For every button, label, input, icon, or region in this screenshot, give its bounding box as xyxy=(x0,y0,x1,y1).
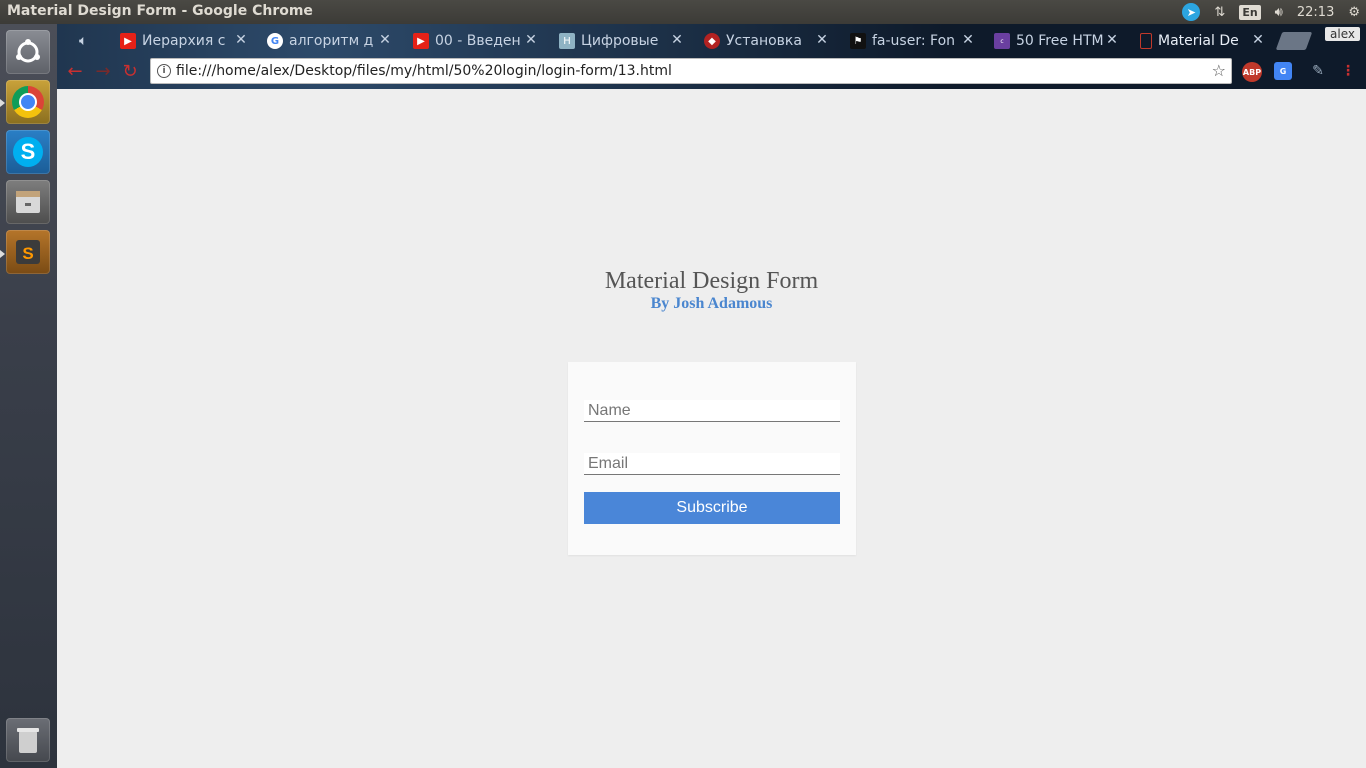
subscribe-form-card: Subscribe xyxy=(568,362,856,555)
page-icon xyxy=(1140,33,1152,49)
form-author: By Josh Adamous xyxy=(650,295,773,312)
hexlet-icon: H xyxy=(559,33,575,49)
close-icon[interactable]: ✕ xyxy=(815,32,829,48)
colorlib-icon: c xyxy=(994,33,1010,49)
tab-8-active[interactable]: Material De ✕ xyxy=(1140,28,1265,54)
tab-7[interactable]: c 50 Free HTM ✕ xyxy=(994,28,1119,54)
files-icon[interactable] xyxy=(6,180,50,224)
email-input[interactable] xyxy=(584,453,840,475)
volume-icon[interactable]: 🔊︎ xyxy=(1275,5,1283,20)
window-title: Material Design Form - Google Chrome xyxy=(7,3,313,19)
address-bar[interactable]: i file:///home/alex/Desktop/files/my/htm… xyxy=(150,58,1232,84)
keyboard-layout-indicator[interactable]: En xyxy=(1239,4,1261,20)
tab-4[interactable]: H Цифровые ✕ xyxy=(559,28,684,54)
telegram-icon[interactable]: ➤ xyxy=(1182,3,1201,21)
reload-icon[interactable]: ↻ xyxy=(120,61,140,82)
back-arrow-icon[interactable]: ← xyxy=(65,61,85,82)
google-translate-icon[interactable]: G xyxy=(1274,62,1292,80)
tab-1[interactable]: ▶ Иерархия с ✕ xyxy=(120,28,248,54)
chrome-icon[interactable] xyxy=(6,80,50,124)
youtube-icon: ▶ xyxy=(413,33,429,49)
system-tray: ➤ ⇅ En 🔊︎ 22:13 ⚙ xyxy=(1168,0,1366,24)
url-text[interactable]: file:///home/alex/Desktop/files/my/html/… xyxy=(176,63,672,79)
tab-audio-icon[interactable]: 🔈︎ xyxy=(79,28,99,54)
close-icon[interactable]: ✕ xyxy=(961,32,975,48)
skype-icon[interactable]: S xyxy=(6,130,50,174)
new-tab-button[interactable] xyxy=(1275,32,1313,50)
active-indicator xyxy=(0,250,5,258)
youtube-icon: ▶ xyxy=(120,33,136,49)
settings-gear-icon[interactable]: ⚙ xyxy=(1348,5,1360,20)
unity-launcher: S S xyxy=(0,24,58,768)
system-top-bar: Material Design Form - Google Chrome ➤ ⇅… xyxy=(0,0,1366,24)
page-content: Material Design Form By Josh Adamous Sub… xyxy=(57,89,1366,768)
active-indicator xyxy=(0,99,5,107)
flag-icon: ⚑ xyxy=(850,33,866,49)
bookmark-star-icon[interactable]: ☆ xyxy=(1212,61,1226,80)
trash-icon[interactable] xyxy=(6,718,50,762)
close-icon[interactable]: ✕ xyxy=(378,32,392,48)
adblock-plus-icon[interactable]: ABP xyxy=(1242,62,1262,82)
tab-strip: 🔈︎ ▶ Иерархия с ✕ G алгоритм д ✕ ▶ 00 - … xyxy=(57,24,1366,54)
close-icon[interactable]: ✕ xyxy=(1251,32,1265,48)
close-icon[interactable]: ✕ xyxy=(1105,32,1119,48)
close-icon[interactable]: ✕ xyxy=(524,32,538,48)
menu-icon[interactable]: ⋮ xyxy=(1339,62,1357,80)
subscribe-button[interactable]: Subscribe xyxy=(584,492,840,524)
browser-toolbar: ← → ↻ i file:///home/alex/Desktop/files/… xyxy=(57,56,1366,86)
network-icon[interactable]: ⇅ xyxy=(1214,5,1225,20)
form-title: Material Design Form xyxy=(604,268,819,294)
clock[interactable]: 22:13 xyxy=(1297,5,1334,20)
ruby-icon: ◆ xyxy=(704,33,720,49)
forward-arrow-icon[interactable]: → xyxy=(93,61,113,82)
google-icon: G xyxy=(267,33,283,49)
close-icon[interactable]: ✕ xyxy=(670,32,684,48)
tab-5[interactable]: ◆ Установка ✕ xyxy=(704,28,829,54)
name-input[interactable] xyxy=(584,400,840,422)
svg-text:S: S xyxy=(22,244,33,263)
eyedropper-icon[interactable]: ✎ xyxy=(1309,62,1327,80)
profile-button[interactable]: alex xyxy=(1325,27,1360,41)
sublime-text-icon[interactable]: S xyxy=(6,230,50,274)
tab-3[interactable]: ▶ 00 - Введен ✕ xyxy=(413,28,538,54)
tab-2[interactable]: G алгоритм д ✕ xyxy=(267,28,392,54)
tab-6[interactable]: ⚑ fa-user: Fon ✕ xyxy=(850,28,975,54)
ubuntu-dash-icon[interactable] xyxy=(6,30,50,74)
browser-chrome: 🔈︎ ▶ Иерархия с ✕ G алгоритм д ✕ ▶ 00 - … xyxy=(57,24,1366,89)
close-icon[interactable]: ✕ xyxy=(234,32,248,48)
info-icon[interactable]: i xyxy=(157,64,171,78)
